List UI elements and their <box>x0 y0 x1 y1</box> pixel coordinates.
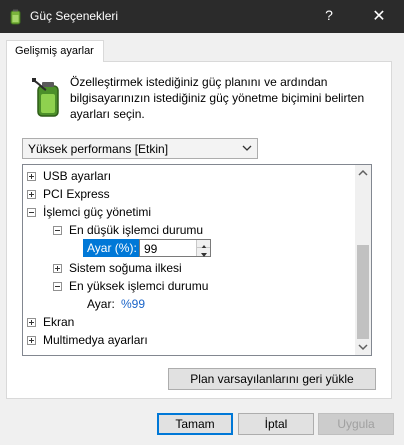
help-button[interactable]: ? <box>318 7 340 27</box>
tree-item-usb[interactable]: USB ayarları <box>23 167 353 185</box>
power-plan-select[interactable]: Yüksek performans [Etkin] <box>22 138 258 159</box>
tree-item-label: Ekran <box>43 315 75 329</box>
tree-item-label: İşlemci güç yönetimi <box>43 205 152 219</box>
restore-defaults-button[interactable]: Plan varsayılanlarını geri yükle <box>168 368 376 390</box>
settings-tree[interactable]: USB ayarları PCI Express İşlemci güç yön… <box>22 164 372 356</box>
tree-item-label: Sistem soğuma ilkesi <box>69 261 182 275</box>
arrow-down-icon <box>201 253 207 257</box>
setting-label: Ayar (%): <box>83 239 141 257</box>
tree-item-label: PCI Express <box>43 187 110 201</box>
tree-item-cpu[interactable]: İşlemci güç yönetimi <box>23 203 353 221</box>
close-button[interactable]: ✕ <box>368 6 390 28</box>
tree-item-label: En düşük işlemci durumu <box>69 223 204 237</box>
cancel-button[interactable]: İptal <box>238 413 314 435</box>
percent-value[interactable]: 99 <box>144 242 157 256</box>
tree-item-multimedia[interactable]: Multimedya ayarları <box>23 331 353 349</box>
chevron-down-icon <box>242 145 252 151</box>
scroll-up-icon[interactable] <box>355 165 371 181</box>
tree-item-cooling[interactable]: Sistem soğuma ilkesi <box>23 259 353 277</box>
expand-icon[interactable] <box>27 172 36 181</box>
expand-icon[interactable] <box>27 190 36 199</box>
battery-plug-icon <box>10 9 21 25</box>
power-battery-icon <box>32 78 59 117</box>
collapse-icon[interactable] <box>53 226 62 235</box>
tab-advanced-settings[interactable]: Gelişmiş ayarlar <box>6 40 104 62</box>
ok-button[interactable]: Tamam <box>157 413 233 435</box>
tree-item-display[interactable]: Ekran <box>23 313 353 331</box>
tree-item-min-setting: Ayar (%): 99 <box>23 239 353 257</box>
collapse-icon[interactable] <box>53 282 62 291</box>
description-text: Özelleştirmek istediğiniz güç planını ve… <box>70 75 365 121</box>
setting-label: Ayar: <box>87 297 115 311</box>
spin-up-button[interactable] <box>196 240 210 249</box>
expand-icon[interactable] <box>27 318 36 327</box>
setting-value-link[interactable]: %99 <box>121 297 145 311</box>
collapse-icon[interactable] <box>27 208 36 217</box>
vertical-scrollbar[interactable] <box>355 165 371 355</box>
spin-down-button[interactable] <box>196 248 210 257</box>
tree-item-max-setting[interactable]: Ayar: %99 <box>23 295 353 313</box>
power-plan-selected: Yüksek performans [Etkin] <box>28 142 169 156</box>
tree-item-pci[interactable]: PCI Express <box>23 185 353 203</box>
window-title: Güç Seçenekleri <box>30 9 119 23</box>
tree-item-label: Multimedya ayarları <box>43 333 148 347</box>
expand-icon[interactable] <box>53 264 62 273</box>
tree-item-label: USB ayarları <box>43 169 112 183</box>
apply-button[interactable]: Uygula <box>318 413 394 435</box>
scroll-thumb[interactable] <box>357 245 369 339</box>
tree-item-max-state[interactable]: En yüksek işlemci durumu <box>23 277 353 295</box>
scroll-down-icon[interactable] <box>355 339 371 355</box>
tree-item-label: En yüksek işlemci durumu <box>69 279 209 293</box>
expand-icon[interactable] <box>27 336 36 345</box>
title-bar: Güç Seçenekleri ? ✕ <box>0 0 404 33</box>
percent-stepper[interactable]: 99 <box>139 239 211 257</box>
tree-item-min-state[interactable]: En düşük işlemci durumu <box>23 221 353 239</box>
